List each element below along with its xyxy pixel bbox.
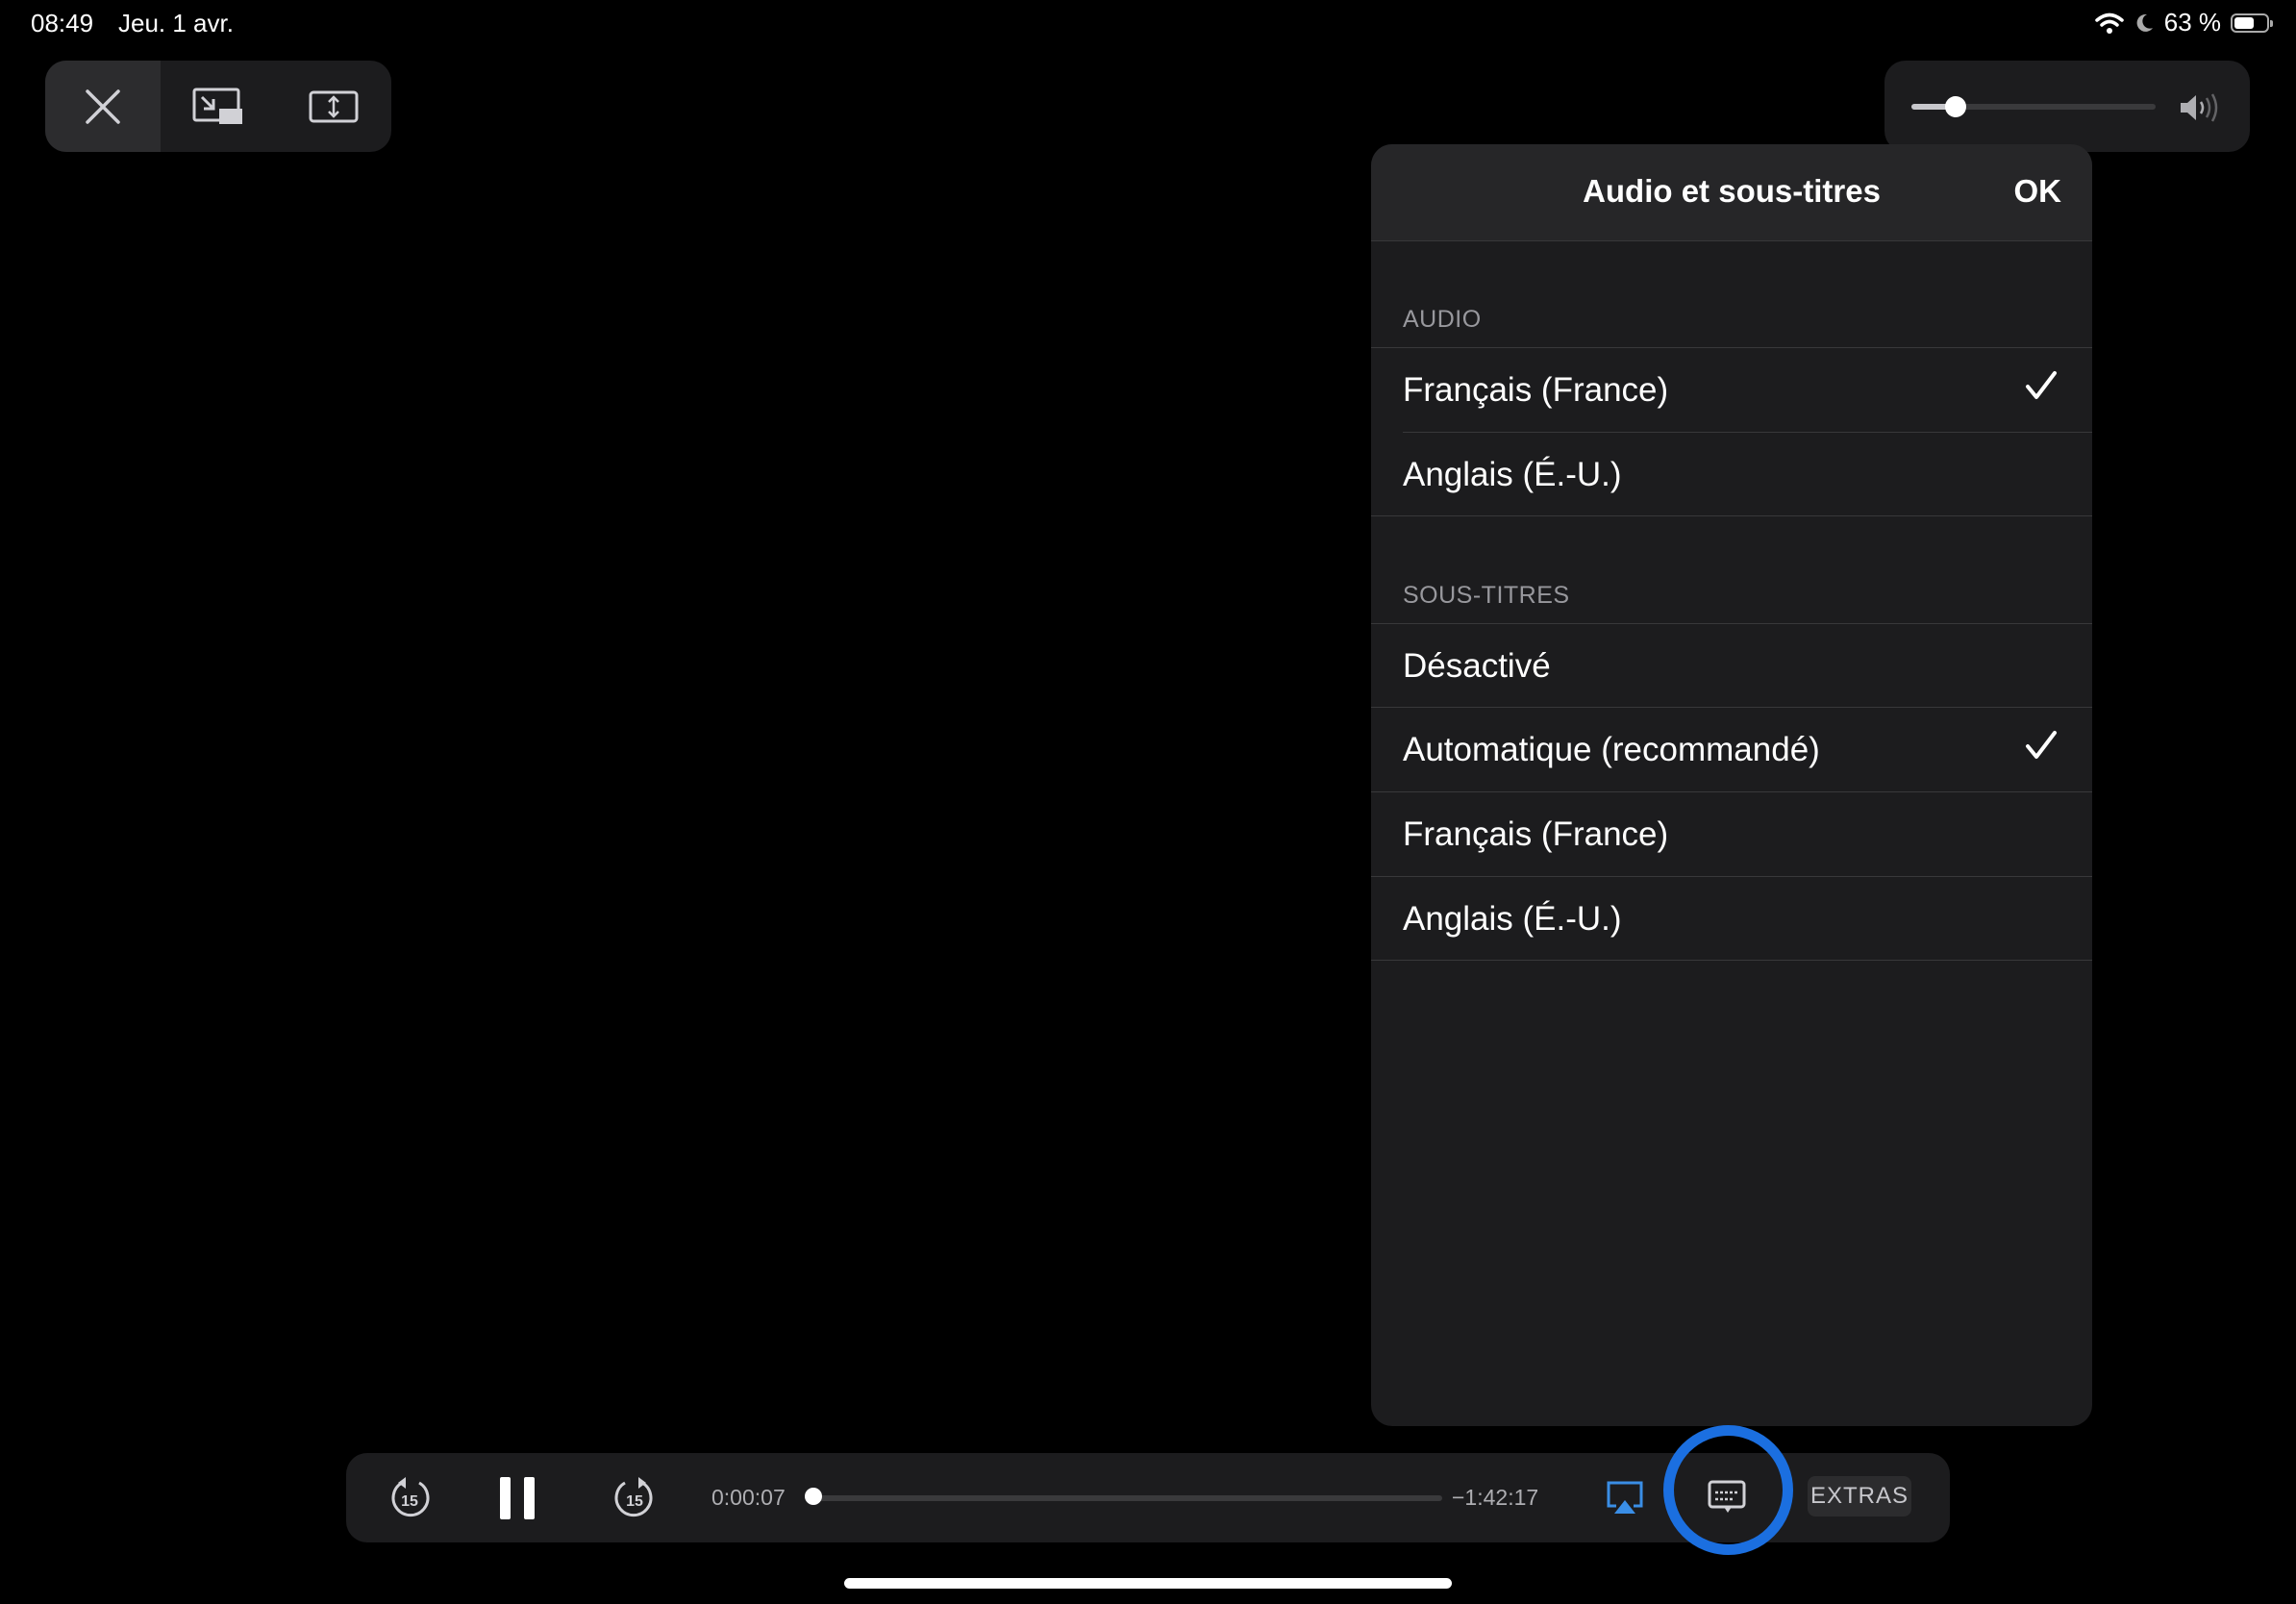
battery-fill <box>2234 16 2254 29</box>
audio-option-label: Français (France) <box>1403 371 1669 409</box>
extras-button[interactable]: EXTRAS <box>1808 1476 1911 1516</box>
audio-option-francais[interactable]: Français (France) <box>1371 347 2092 432</box>
home-indicator[interactable] <box>844 1578 1452 1589</box>
panel-header: Audio et sous-titres OK <box>1371 144 2092 241</box>
pause-button[interactable] <box>490 1471 544 1525</box>
battery-icon <box>2231 13 2273 33</box>
volume-knob[interactable] <box>1945 96 1966 117</box>
volume-slider[interactable] <box>1911 96 2156 117</box>
skip-back-15-icon: 15 <box>391 1477 430 1517</box>
audio-option-label: Anglais (É.-U.) <box>1403 456 1622 493</box>
pause-icon <box>500 1477 535 1519</box>
subtitle-option-francais[interactable]: Français (France) <box>1371 791 2092 876</box>
status-bar: 08:49 Jeu. 1 avr. 63 % <box>0 0 2296 48</box>
divider <box>1371 960 2092 961</box>
audio-option-anglais[interactable]: Anglais (É.-U.) <box>1403 432 2092 516</box>
status-date: Jeu. 1 avr. <box>118 9 234 38</box>
skip-forward-label: 15 <box>626 1493 643 1510</box>
subtitle-option-desactive[interactable]: Désactivé <box>1371 623 2092 708</box>
skip-forward-button[interactable]: 15 <box>606 1471 663 1525</box>
panel-title: Audio et sous-titres <box>1583 173 1881 209</box>
subtitles-section-header: SOUS-TITRES <box>1403 582 1570 609</box>
picture-in-picture-button[interactable] <box>161 61 276 152</box>
skip-back-label: 15 <box>401 1493 418 1510</box>
subtitle-option-automatique[interactable]: Automatique (recommandé) <box>1371 707 2092 791</box>
aspect-ratio-icon <box>309 90 359 122</box>
airplay-icon <box>1607 1481 1643 1514</box>
subtitle-option-label: Français (France) <box>1403 815 1669 853</box>
remaining-time: −1:42:17 <box>1452 1485 1539 1510</box>
picture-in-picture-icon <box>192 88 242 124</box>
checkmark-icon <box>2026 731 2057 759</box>
subtitle-option-anglais[interactable]: Anglais (É.-U.) <box>1371 876 2092 961</box>
divider <box>1371 515 2092 516</box>
checkmark-icon <box>2026 371 2057 399</box>
audio-subtitles-panel: Audio et sous-titres OK AUDIO Français (… <box>1371 144 2092 1426</box>
wifi-icon <box>2094 13 2124 34</box>
aspect-ratio-button[interactable] <box>276 61 391 152</box>
status-time: 08:49 <box>31 9 94 38</box>
volume-control <box>1884 61 2250 152</box>
ok-button[interactable]: OK <box>2014 173 2062 210</box>
subtitle-option-label: Anglais (É.-U.) <box>1403 900 1622 938</box>
subtitle-option-label: Désactivé <box>1403 647 1551 685</box>
highlight-circle <box>1663 1425 1793 1555</box>
audio-section-header: AUDIO <box>1403 306 1482 333</box>
moon-icon <box>2136 13 2153 32</box>
progress-scrubber[interactable] <box>805 1488 1442 1505</box>
close-button[interactable] <box>45 61 161 152</box>
scrubber-knob[interactable] <box>805 1488 822 1505</box>
airplay-button[interactable] <box>1601 1474 1649 1522</box>
close-icon <box>86 88 120 124</box>
skip-forward-15-icon: 15 <box>614 1477 653 1517</box>
skip-back-button[interactable]: 15 <box>381 1471 438 1525</box>
elapsed-time: 0:00:07 <box>711 1485 786 1510</box>
subtitle-option-label: Automatique (recommandé) <box>1403 731 1820 768</box>
battery-percent: 63 % <box>2163 8 2221 37</box>
status-right: 63 % <box>2094 8 2273 38</box>
speaker-icon <box>2181 93 2218 122</box>
top-left-controls <box>45 61 391 152</box>
